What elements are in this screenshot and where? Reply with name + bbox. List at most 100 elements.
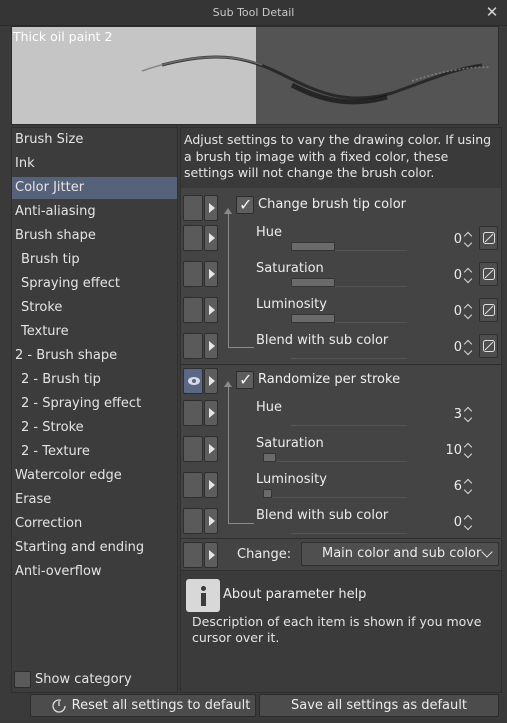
help-title: About parameter help bbox=[223, 587, 367, 602]
random-hue-spinner-icon[interactable] bbox=[464, 407, 474, 423]
pressure-curve-icon bbox=[483, 304, 495, 316]
expand-arrow-button[interactable] bbox=[204, 195, 218, 221]
random-hue-value[interactable]: 3 bbox=[432, 407, 462, 422]
hue-spinner-icon[interactable] bbox=[464, 232, 474, 248]
expand-arrow-button[interactable] bbox=[204, 261, 218, 287]
sidebar-item[interactable]: Erase bbox=[12, 489, 177, 511]
hue-value[interactable]: 0 bbox=[432, 232, 462, 247]
display-toggle-button[interactable] bbox=[183, 436, 203, 462]
pressure-curve-icon bbox=[483, 268, 495, 280]
random-luminosity-spinner-icon[interactable] bbox=[464, 479, 474, 495]
blend-with-sub-color-value[interactable]: 0 bbox=[432, 340, 462, 355]
display-toggle-button[interactable] bbox=[183, 333, 203, 359]
sidebar-item[interactable]: Starting and ending bbox=[12, 537, 177, 559]
sidebar-item[interactable]: Brush shape bbox=[12, 225, 177, 247]
reset-all-settings-button[interactable]: Reset all settings to default bbox=[30, 694, 256, 717]
blend-with-sub-color-pressure-button[interactable] bbox=[479, 334, 498, 358]
sidebar-item[interactable]: Brush tip bbox=[12, 249, 177, 271]
checkbox-checked-icon[interactable] bbox=[236, 370, 254, 390]
sidebar-item[interactable]: 2 - Texture bbox=[12, 441, 177, 463]
sidebar-item[interactable]: Correction bbox=[12, 513, 177, 535]
expand-arrow-button[interactable] bbox=[204, 542, 218, 568]
random-luminosity-slider-track[interactable] bbox=[272, 497, 407, 498]
pressure-curve-icon bbox=[483, 232, 495, 244]
expand-arrow-button[interactable] bbox=[204, 472, 218, 498]
random-blend-spinner-icon[interactable] bbox=[464, 515, 474, 531]
tree-line-end bbox=[228, 347, 254, 348]
pressure-curve-icon bbox=[483, 340, 495, 352]
randomize-per-stroke-checkbox[interactable]: Randomize per stroke bbox=[236, 370, 476, 390]
sidebar-item[interactable]: Color Jitter bbox=[12, 177, 177, 199]
expand-arrow-button[interactable] bbox=[204, 508, 218, 534]
blend-with-sub-color-spinner-icon[interactable] bbox=[464, 340, 474, 356]
expand-arrow-button[interactable] bbox=[204, 400, 218, 426]
expand-arrow-button[interactable] bbox=[204, 368, 218, 394]
sidebar-item[interactable]: Brush Size bbox=[12, 129, 177, 151]
expand-arrow-button[interactable] bbox=[204, 436, 218, 462]
display-toggle-button[interactable] bbox=[183, 225, 203, 251]
tree-line-end bbox=[228, 523, 254, 524]
sidebar-item[interactable]: Watercolor edge bbox=[12, 465, 177, 487]
change-brush-tip-color-checkbox[interactable]: Change brush tip color bbox=[236, 195, 476, 215]
random-luminosity-slider[interactable] bbox=[263, 489, 272, 498]
luminosity-value[interactable]: 0 bbox=[432, 304, 462, 319]
display-toggle-button[interactable] bbox=[183, 261, 203, 287]
luminosity-pressure-button[interactable] bbox=[479, 298, 498, 322]
luminosity-slider[interactable] bbox=[291, 314, 335, 323]
display-toggle-button[interactable] bbox=[183, 400, 203, 426]
display-toggle-button[interactable] bbox=[183, 297, 203, 323]
random-blend-slider[interactable] bbox=[291, 533, 407, 534]
hue-slider-track[interactable] bbox=[335, 250, 407, 251]
sidebar-item[interactable]: Anti-overflow bbox=[12, 561, 177, 583]
random-saturation-slider-track[interactable] bbox=[276, 461, 407, 462]
display-toggle-button[interactable] bbox=[183, 472, 203, 498]
saturation-label: Saturation bbox=[256, 261, 324, 276]
group-divider bbox=[181, 538, 501, 539]
random-hue-slider[interactable] bbox=[291, 425, 407, 426]
sidebar-item[interactable]: Ink bbox=[12, 153, 177, 175]
reset-icon bbox=[52, 699, 66, 713]
change-dropdown[interactable]: Main color and sub color bbox=[301, 542, 499, 566]
expand-arrow-button[interactable] bbox=[204, 333, 218, 359]
sidebar-item[interactable]: Texture bbox=[12, 321, 177, 343]
blend-with-sub-color-slider[interactable] bbox=[291, 358, 407, 359]
saturation-pressure-button[interactable] bbox=[479, 262, 498, 286]
hue-slider[interactable] bbox=[291, 242, 335, 251]
hue-pressure-button[interactable] bbox=[479, 226, 498, 250]
preview-tool-name: Thick oil paint 2 bbox=[13, 29, 113, 44]
parameter-help-panel: About parameter help Description of each… bbox=[181, 570, 501, 692]
saturation-slider[interactable] bbox=[291, 278, 335, 287]
sidebar-item[interactable]: Anti-aliasing bbox=[12, 201, 177, 223]
save-all-settings-button[interactable]: Save all settings as default bbox=[259, 694, 499, 717]
display-toggle-button-active[interactable] bbox=[183, 368, 203, 394]
sidebar-item[interactable]: Stroke bbox=[12, 297, 177, 319]
display-toggle-button[interactable] bbox=[183, 542, 203, 568]
close-icon[interactable]: ✕ bbox=[483, 3, 501, 21]
tree-arrow-icon bbox=[224, 381, 232, 387]
expand-arrow-button[interactable] bbox=[204, 297, 218, 323]
saturation-slider-track[interactable] bbox=[335, 286, 407, 287]
sidebar-item[interactable]: Spraying effect bbox=[12, 273, 177, 295]
saturation-spinner-icon[interactable] bbox=[464, 268, 474, 284]
random-luminosity-value[interactable]: 6 bbox=[432, 479, 462, 494]
sidebar-item[interactable]: 2 - Brush tip bbox=[12, 369, 177, 391]
random-saturation-value[interactable]: 10 bbox=[432, 443, 462, 458]
sidebar-item[interactable]: 2 - Stroke bbox=[12, 417, 177, 439]
sidebar-item[interactable]: 2 - Spraying effect bbox=[12, 393, 177, 415]
checkbox-checked-icon[interactable] bbox=[236, 195, 254, 215]
show-category-box[interactable] bbox=[14, 671, 31, 688]
display-toggle-button[interactable] bbox=[183, 195, 203, 221]
display-toggle-button[interactable] bbox=[183, 508, 203, 534]
luminosity-slider-track[interactable] bbox=[335, 322, 407, 323]
tree-line bbox=[228, 387, 229, 523]
change-label: Change: bbox=[237, 547, 292, 562]
random-saturation-slider[interactable] bbox=[263, 453, 276, 462]
random-saturation-spinner-icon[interactable] bbox=[464, 443, 474, 459]
reset-button-label: Reset all settings to default bbox=[71, 698, 251, 713]
saturation-value[interactable]: 0 bbox=[432, 268, 462, 283]
luminosity-spinner-icon[interactable] bbox=[464, 304, 474, 320]
random-blend-value[interactable]: 0 bbox=[432, 515, 462, 530]
expand-arrow-button[interactable] bbox=[204, 225, 218, 251]
info-icon bbox=[186, 579, 220, 612]
sidebar-item[interactable]: 2 - Brush shape bbox=[12, 345, 177, 367]
